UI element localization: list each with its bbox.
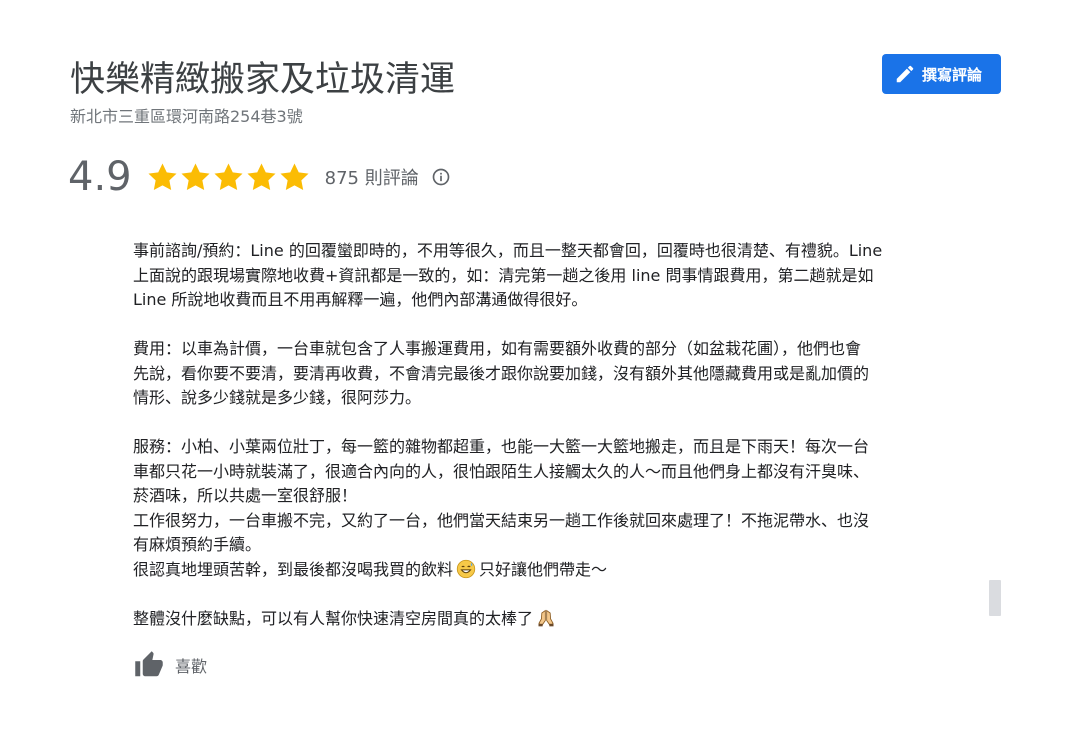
like-label: 喜歡 xyxy=(175,657,208,676)
review-line-with-emoji: 整體沒什麼缺點，可以有人幫你快速清空房間真的太棒了 xyxy=(133,607,973,632)
info-icon[interactable] xyxy=(431,167,451,187)
review-paragraph-service: 服務：小柏、小葉兩位壯丁，每一籃的雜物都超重，也能一大籃一大籃地搬走，而且是下雨… xyxy=(133,435,973,582)
write-review-button[interactable]: 撰寫評論 xyxy=(882,54,1001,94)
review-line: 有麻煩預約手續。 xyxy=(133,535,262,554)
review-line: 工作很努力，一台車搬不完，又約了一台，他們當天結束另一趟工作後就回來處理了！不拖… xyxy=(133,510,870,530)
pencil-icon xyxy=(894,63,916,85)
review-text: 只好讓他們帶走～ xyxy=(479,559,608,579)
rating-score: 4.9 xyxy=(68,154,132,200)
star-rating xyxy=(146,161,311,194)
thumbs-up-icon xyxy=(133,650,165,680)
review-line: 事前諮詢/預約：Line 的回覆蠻即時的，不用等很久，而且一整天都會回，回覆時也… xyxy=(133,241,883,260)
review-line: 先說，看你要不要清，要清再收費，不會清完最後才跟你說要加錢，沒有額外其他隱藏費用… xyxy=(133,363,870,383)
star-icon xyxy=(245,161,278,194)
review-line: 服務：小柏、小葉兩位壯丁，每一籃的雜物都超重，也能一大籃一大籃地搬走，而且是下雨… xyxy=(133,437,870,456)
review-line: Line 所說地收費而且不用再解釋一遍，他們內部溝通做得很好。 xyxy=(133,290,588,309)
review-text: 整體沒什麼缺點，可以有人幫你快速清空房間真的太棒了 xyxy=(133,608,534,628)
star-icon xyxy=(212,161,245,194)
business-address: 新北市三重區環河南路254巷3號 xyxy=(70,107,303,126)
star-icon xyxy=(146,161,179,194)
review-line-with-emoji: 很認真地埋頭苦幹，到最後都沒喝我買的飲料 只好讓他們帶走～ xyxy=(133,558,973,583)
star-icon xyxy=(278,161,311,194)
review-count[interactable]: 875 則評論 xyxy=(325,164,419,190)
like-button[interactable]: 喜歡 xyxy=(133,650,207,680)
review-line: 情形、說多少錢就是多少錢，很阿莎力。 xyxy=(133,388,422,407)
review-body: 事前諮詢/預約：Line 的回覆蠻即時的，不用等很久，而且一整天都會回，回覆時也… xyxy=(133,239,973,656)
business-name: 快樂精緻搬家及垃圾清運 xyxy=(70,60,456,100)
grinning-sweat-emoji xyxy=(456,559,476,579)
review-paragraph-inquiry: 事前諮詢/預約：Line 的回覆蠻即時的，不用等很久，而且一整天都會回，回覆時也… xyxy=(133,239,973,313)
review-text: 很認真地埋頭苦幹，到最後都沒喝我買的飲料 xyxy=(133,559,454,579)
scrollbar-thumb[interactable] xyxy=(989,580,1001,616)
review-line: 費用：以車為計價，一台車就包含了人事搬運費用，如有需要額外收費的部分（如盆栽花圃… xyxy=(133,339,862,358)
rating-summary: 4.9 875 則評論 xyxy=(68,150,451,204)
write-review-label: 撰寫評論 xyxy=(922,65,983,84)
star-icon xyxy=(179,161,212,194)
review-line: 菸酒味，所以共處一室很舒服！ xyxy=(133,486,358,505)
review-paragraph-pricing: 費用：以車為計價，一台車就包含了人事搬運費用，如有需要額外收費的部分（如盆栽花圃… xyxy=(133,337,973,411)
praying-hands-emoji xyxy=(536,608,556,628)
review-paragraph-summary: 整體沒什麼缺點，可以有人幫你快速清空房間真的太棒了 xyxy=(133,607,973,632)
review-line: 車都只花一小時就裝滿了，很適合內向的人，很怕跟陌生人接觸太久的人～而且他們身上都… xyxy=(133,461,870,481)
review-line: 上面說的跟現場實際地收費+資訊都是一致的，如：清完第一趟之後用 line 問事情… xyxy=(133,265,874,285)
